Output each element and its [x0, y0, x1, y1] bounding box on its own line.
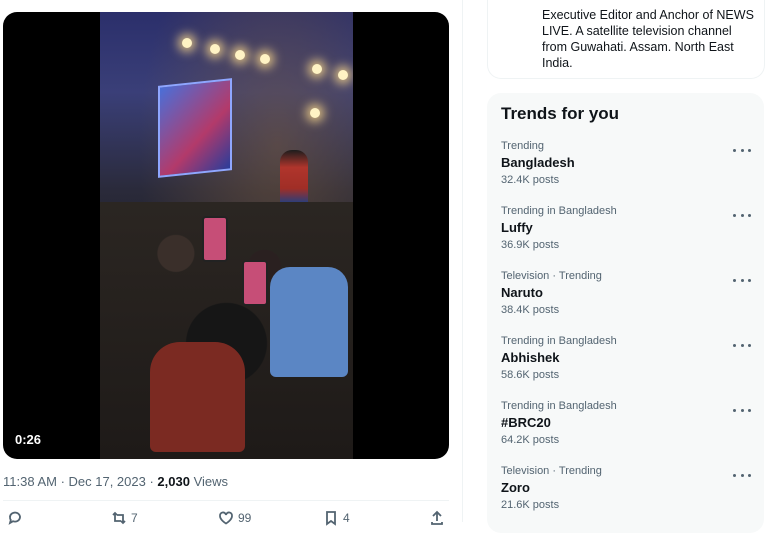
like-count: 99 [238, 511, 252, 525]
bio-text: Executive Editor and Anchor of NEWS LIVE… [542, 8, 754, 70]
reply-button[interactable] [7, 510, 27, 526]
retweet-count: 7 [131, 511, 138, 525]
trend-name: Naruto [501, 285, 543, 300]
trend-context: Trending in Bangladesh [501, 335, 617, 347]
column-divider [462, 0, 463, 522]
trend-name: Luffy [501, 220, 533, 235]
views-count: 2,030 [157, 474, 190, 489]
video-duration: 0:26 [15, 432, 42, 447]
trend-context: Trending in Bangladesh [501, 205, 617, 217]
views-label: Views [189, 474, 229, 489]
trend-item[interactable]: Television · Trending Zoro 21.6K posts [487, 465, 764, 529]
stage-light [312, 64, 322, 74]
tweet-meta: 11:38 AM · Dec 17, 2023 · 2,030 Views [3, 474, 228, 489]
tweet-timestamp[interactable]: 11:38 AM · Dec 17, 2023 · [3, 474, 157, 489]
share-icon [431, 510, 443, 525]
phone-screen [202, 216, 228, 262]
trends-panel: Trends for you Trending Bangladesh 32.4K… [487, 93, 764, 533]
phone-screen [242, 260, 268, 306]
video-frame [100, 12, 353, 459]
trend-item[interactable]: Trending in Bangladesh Abhishek 58.6K po… [487, 335, 764, 399]
video-player[interactable]: 0:26 [3, 12, 449, 459]
trend-name: Bangladesh [501, 155, 575, 170]
trend-context: Television · Trending [501, 270, 602, 282]
trend-post-count: 58.6K posts [501, 369, 560, 381]
trend-item[interactable]: Trending Bangladesh 32.4K posts [487, 140, 764, 204]
more-options-icon[interactable] [733, 404, 751, 416]
stage-light [310, 108, 320, 118]
separator [3, 500, 449, 501]
stage-light [260, 54, 270, 64]
trends-title: Trends for you [501, 104, 620, 123]
more-options-icon[interactable] [733, 144, 751, 156]
trend-post-count: 38.4K posts [501, 304, 560, 316]
share-button[interactable] [429, 510, 445, 526]
stage-light [338, 70, 348, 80]
trend-item[interactable]: Television · Trending Naruto 38.4K posts [487, 270, 764, 334]
bookmark-button[interactable]: 4 [323, 510, 350, 526]
trend-context: Television · Trending [501, 465, 602, 477]
trend-post-count: 21.6K posts [501, 499, 560, 511]
person-blue-shirt [270, 267, 348, 377]
stage-light [182, 38, 192, 48]
more-options-icon[interactable] [733, 469, 751, 481]
reply-icon [8, 511, 21, 525]
stage-screen [158, 78, 232, 178]
retweet-button[interactable]: 7 [111, 510, 138, 526]
bookmark-icon [326, 511, 336, 526]
trend-post-count: 32.4K posts [501, 174, 560, 186]
trend-item[interactable]: Trending in Bangladesh #BRC20 64.2K post… [487, 400, 764, 464]
trend-item[interactable]: Trending in Bangladesh Luffy 36.9K posts [487, 205, 764, 269]
trend-name: #BRC20 [501, 415, 551, 430]
more-options-icon[interactable] [733, 339, 751, 351]
trend-context: Trending in Bangladesh [501, 400, 617, 412]
profile-bio-card: Executive Editor and Anchor of NEWS LIVE… [487, 0, 765, 79]
stage-light [210, 44, 220, 54]
trend-name: Abhishek [501, 350, 560, 365]
retweet-icon [112, 511, 126, 525]
trend-post-count: 64.2K posts [501, 434, 560, 446]
heart-icon [219, 511, 233, 525]
more-options-icon[interactable] [733, 209, 751, 221]
bookmark-count: 4 [343, 511, 350, 525]
trend-name: Zoro [501, 480, 530, 495]
stage-light [235, 50, 245, 60]
trend-post-count: 36.9K posts [501, 239, 560, 251]
like-button[interactable]: 99 [218, 510, 251, 526]
trend-context: Trending [501, 140, 545, 152]
more-options-icon[interactable] [733, 274, 751, 286]
person-red-jacket [150, 342, 245, 452]
